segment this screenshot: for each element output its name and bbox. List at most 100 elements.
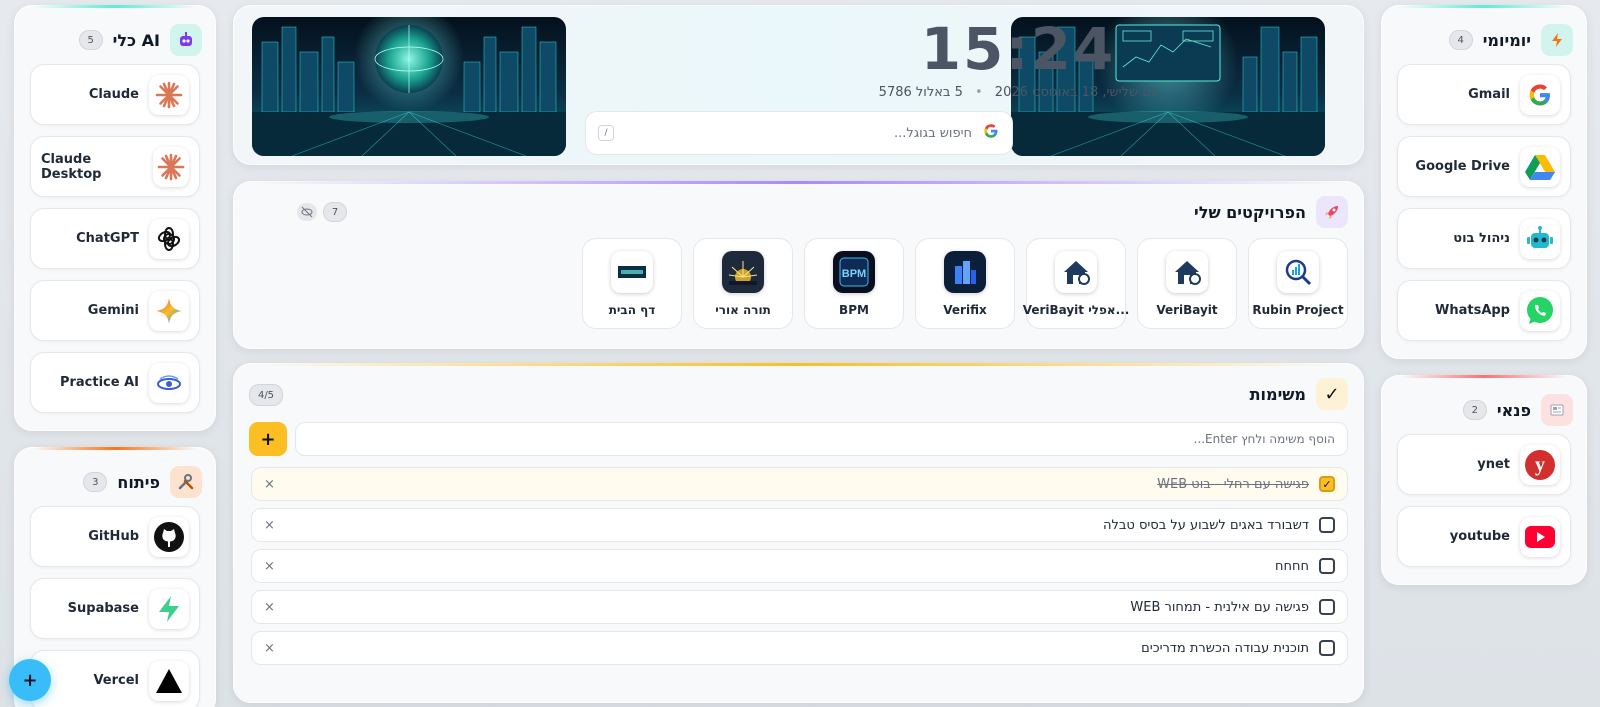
link-github[interactable]: GitHub [30, 506, 200, 567]
link-chatgpt[interactable]: ChatGPT [30, 208, 200, 269]
project-home-page[interactable]: דף הבית [582, 238, 682, 329]
leisure-header: פנאי 2 [1381, 393, 1587, 427]
lightning-icon [1541, 24, 1573, 56]
project-bpm[interactable]: BPM BPM [804, 238, 904, 329]
dev-header: פיתוח 3 [14, 465, 216, 499]
project-veribayit-app[interactable]: VeriBayit אפלי... [1023, 238, 1129, 329]
verifix-logo-icon [944, 251, 986, 293]
ai-tools-panel: כלי AI 5 Claude Claude Desktop ChatGPT G… [14, 5, 216, 431]
tasks-title: משימות [1249, 384, 1306, 404]
task-text: תוכנית עבודה הכשרת מדריכים [1141, 640, 1309, 656]
link-gmail[interactable]: Gmail [1397, 64, 1571, 125]
project-label: VeriBayit אפלי... [1022, 303, 1130, 317]
link-label: Practice AI [59, 375, 139, 390]
link-youtube[interactable]: youtube [1397, 506, 1571, 567]
link-label: ChatGPT [76, 231, 139, 246]
task-checkbox[interactable] [1319, 599, 1335, 615]
leisure-panel: פנאי 2 y ynet youtube [1381, 375, 1587, 585]
delete-task-button[interactable]: × [264, 477, 275, 492]
whatsapp-icon [1520, 290, 1560, 331]
task-checkbox[interactable]: ✓ [1319, 476, 1335, 492]
project-label: VeriBayit [1156, 303, 1218, 317]
link-label: Google Drive [1415, 159, 1510, 174]
daily-title: יומיומי [1482, 30, 1531, 50]
torah-ori-logo-icon [722, 251, 764, 293]
link-claude[interactable]: Claude [30, 64, 200, 125]
cyber-city-globe-image [252, 17, 566, 156]
new-task-placeholder: הוסף משימה ולחץ Enter... [1193, 432, 1335, 446]
delete-task-button[interactable]: × [264, 559, 275, 574]
link-google-drive[interactable]: Google Drive [1397, 136, 1571, 197]
link-ynet[interactable]: y ynet [1397, 434, 1571, 495]
task-item: חחחח × [251, 549, 1348, 583]
rubin-logo-icon [1277, 251, 1319, 293]
projects-title: הפרויקטים שלי [1194, 202, 1306, 222]
hebrew-date: 5 באלול 5786 [878, 85, 963, 100]
task-checkbox[interactable] [1319, 558, 1335, 574]
veribayit-logo-icon [1166, 251, 1208, 293]
link-label: WhatsApp [1435, 303, 1510, 318]
delete-task-button[interactable]: × [264, 518, 275, 533]
link-vercel[interactable]: Vercel [30, 650, 200, 707]
rocket-icon [1316, 196, 1348, 228]
claude-icon [153, 146, 189, 187]
claude-icon [149, 74, 189, 115]
dev-title: פיתוח [117, 472, 160, 492]
project-verifix[interactable]: Verifix [915, 238, 1015, 329]
projects-count: 7 [323, 202, 347, 222]
task-item: דשבורד באגים לשבוע על בסיס טבלה × [251, 508, 1348, 542]
task-item: ✓ פגישה עם רחלי - בוט WEB × [251, 467, 1348, 501]
task-text: חחחח [1275, 558, 1309, 574]
delete-task-button[interactable]: × [264, 641, 275, 656]
link-label: Vercel [93, 673, 139, 688]
project-label: דף הבית [608, 303, 656, 317]
checkmark-icon: ✓ [1316, 378, 1348, 410]
date-line: יום שלישי, 18 באוגוסט 2026 • 5 באלול 578… [803, 85, 1233, 100]
task-text: פגישה עם אילנית - תמחור WEB [1130, 599, 1309, 615]
project-torah-ori[interactable]: תורה אורי [693, 238, 793, 329]
link-label: Gemini [87, 303, 139, 318]
dev-count: 3 [83, 472, 108, 492]
ai-tools-title: כלי AI [112, 30, 160, 50]
link-label: ynet [1477, 457, 1510, 472]
project-rubin[interactable]: Rubin Project [1248, 238, 1348, 329]
fab-add-button[interactable]: + [9, 659, 51, 701]
google-search-box[interactable]: חיפוש בגוגל... / [585, 111, 1013, 155]
google-icon [1520, 74, 1560, 115]
newspaper-icon [1541, 394, 1573, 426]
leisure-count: 2 [1462, 400, 1487, 420]
link-practice-ai[interactable]: Practice AI [30, 352, 200, 413]
task-item: תוכנית עבודה הכשרת מדריכים × [251, 631, 1348, 665]
link-gemini[interactable]: Gemini [30, 280, 200, 341]
add-task-label: + [260, 428, 276, 450]
link-label: Claude Desktop [41, 151, 102, 182]
link-label: youtube [1449, 529, 1510, 544]
link-claude-desktop[interactable]: Claude Desktop [30, 136, 200, 197]
daily-count: 4 [1448, 30, 1473, 50]
daily-header: יומיומי 4 [1381, 23, 1587, 57]
link-label: GitHub [88, 529, 139, 544]
date-separator: • [974, 85, 983, 100]
search-input[interactable]: חיפוש בגוגל... [624, 126, 972, 141]
link-label: ניהול בוט [1453, 231, 1510, 246]
project-label: Verifix [943, 303, 987, 317]
add-task-button[interactable]: + [249, 422, 287, 456]
new-task-input[interactable]: הוסף משימה ולחץ Enter... [295, 422, 1348, 456]
gregorian-date: יום שלישי, 18 באוגוסט 2026 [994, 85, 1158, 100]
leisure-title: פנאי [1496, 400, 1531, 420]
hide-eye-icon[interactable] [297, 203, 317, 221]
link-supabase[interactable]: Supabase [30, 578, 200, 639]
link-bot-management[interactable]: ניהול בוט [1397, 208, 1571, 269]
delete-task-button[interactable]: × [264, 600, 275, 615]
robot-icon [170, 24, 202, 56]
svg-text:BPM: BPM [842, 268, 866, 280]
project-label: Rubin Project [1252, 303, 1344, 317]
link-whatsapp[interactable]: WhatsApp [1397, 280, 1571, 341]
task-checkbox[interactable] [1319, 517, 1335, 533]
task-checkbox[interactable] [1319, 640, 1335, 656]
project-veribayit[interactable]: VeriBayit [1137, 238, 1237, 329]
tasks-panel: ✓ משימות 4/5 + הוסף משימה ולחץ Enter... … [233, 363, 1364, 703]
svg-text:y: y [1535, 454, 1545, 476]
bpm-logo-icon: BPM [833, 251, 875, 293]
home-page-logo-icon [611, 251, 653, 293]
